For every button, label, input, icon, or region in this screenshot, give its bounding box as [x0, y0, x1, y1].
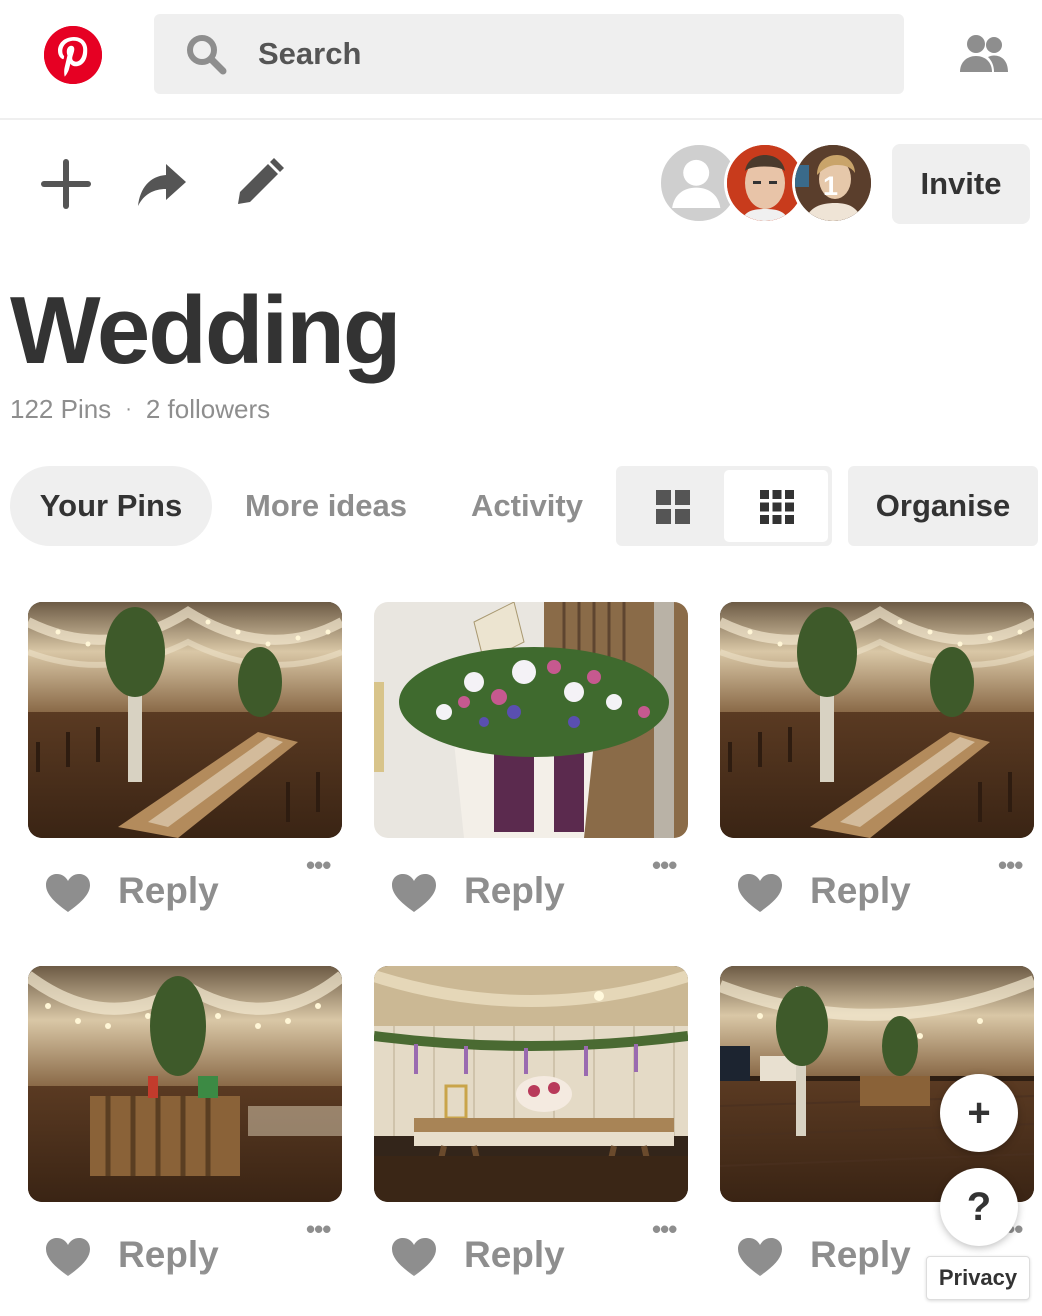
- search-bar[interactable]: [154, 14, 904, 94]
- invite-button[interactable]: Invite: [892, 144, 1030, 224]
- pin-actions: Reply •••: [720, 850, 1034, 928]
- board-meta: 122 Pins · 2 followers: [10, 394, 270, 425]
- meta-separator: ·: [125, 398, 132, 420]
- tab-activity[interactable]: Activity: [462, 466, 592, 546]
- view-large-grid-button[interactable]: [620, 470, 724, 542]
- grid-small-icon: [760, 490, 794, 524]
- pin-actions: Reply •••: [28, 850, 342, 928]
- pin-image[interactable]: [374, 966, 688, 1202]
- pin-actions: Reply •••: [374, 850, 688, 928]
- add-pin-plus-icon[interactable]: [38, 156, 94, 212]
- heart-icon[interactable]: [392, 874, 436, 914]
- privacy-link[interactable]: Privacy: [926, 1256, 1030, 1300]
- pencil-icon[interactable]: [230, 156, 286, 212]
- heart-icon[interactable]: [738, 874, 782, 914]
- share-arrow-icon[interactable]: [134, 156, 190, 212]
- pin-image[interactable]: [28, 966, 342, 1202]
- more-options-icon[interactable]: •••: [306, 850, 331, 881]
- search-icon: [187, 35, 227, 75]
- pin-image[interactable]: [720, 602, 1034, 838]
- reply-button[interactable]: Reply: [810, 1234, 911, 1276]
- help-button[interactable]: ?: [940, 1168, 1018, 1246]
- reply-button[interactable]: Reply: [464, 1234, 565, 1276]
- followers-count[interactable]: 2 followers: [146, 394, 270, 424]
- reply-button[interactable]: Reply: [118, 870, 219, 912]
- reply-button[interactable]: Reply: [118, 1234, 219, 1276]
- tab-your-pins[interactable]: Your Pins: [10, 466, 212, 546]
- people-icon[interactable]: [958, 34, 1010, 74]
- heart-icon[interactable]: [392, 1238, 436, 1278]
- pin-actions: Reply •••: [28, 1214, 342, 1292]
- pinterest-logo-icon[interactable]: [44, 26, 102, 84]
- view-small-grid-button[interactable]: [724, 470, 828, 542]
- pin-image[interactable]: [374, 602, 688, 838]
- board-title: Wedding: [10, 277, 401, 384]
- collaborator-avatar-photo-2[interactable]: 1: [792, 142, 874, 224]
- reply-button[interactable]: Reply: [464, 870, 565, 912]
- heart-icon[interactable]: [46, 1238, 90, 1278]
- question-icon: ?: [966, 1185, 992, 1229]
- more-options-icon[interactable]: •••: [652, 850, 677, 881]
- plus-icon: +: [967, 1091, 991, 1135]
- organise-button[interactable]: Organise: [848, 466, 1038, 546]
- floating-add-button[interactable]: +: [940, 1074, 1018, 1152]
- reply-button[interactable]: Reply: [810, 870, 911, 912]
- top-bar: [0, 0, 1042, 120]
- more-options-icon[interactable]: •••: [998, 850, 1023, 881]
- pins-count: 122 Pins: [10, 394, 112, 424]
- more-options-icon[interactable]: •••: [652, 1214, 677, 1245]
- collaborator-count: 1: [823, 171, 839, 201]
- view-toggle: [616, 466, 832, 546]
- tab-more-ideas[interactable]: More ideas: [236, 466, 416, 546]
- heart-icon[interactable]: [738, 1238, 782, 1278]
- pin-actions: Reply •••: [374, 1214, 688, 1292]
- pin-image[interactable]: [28, 602, 342, 838]
- heart-icon[interactable]: [46, 874, 90, 914]
- grid-large-icon: [656, 490, 690, 524]
- search-input[interactable]: [258, 28, 858, 80]
- more-options-icon[interactable]: •••: [306, 1214, 331, 1245]
